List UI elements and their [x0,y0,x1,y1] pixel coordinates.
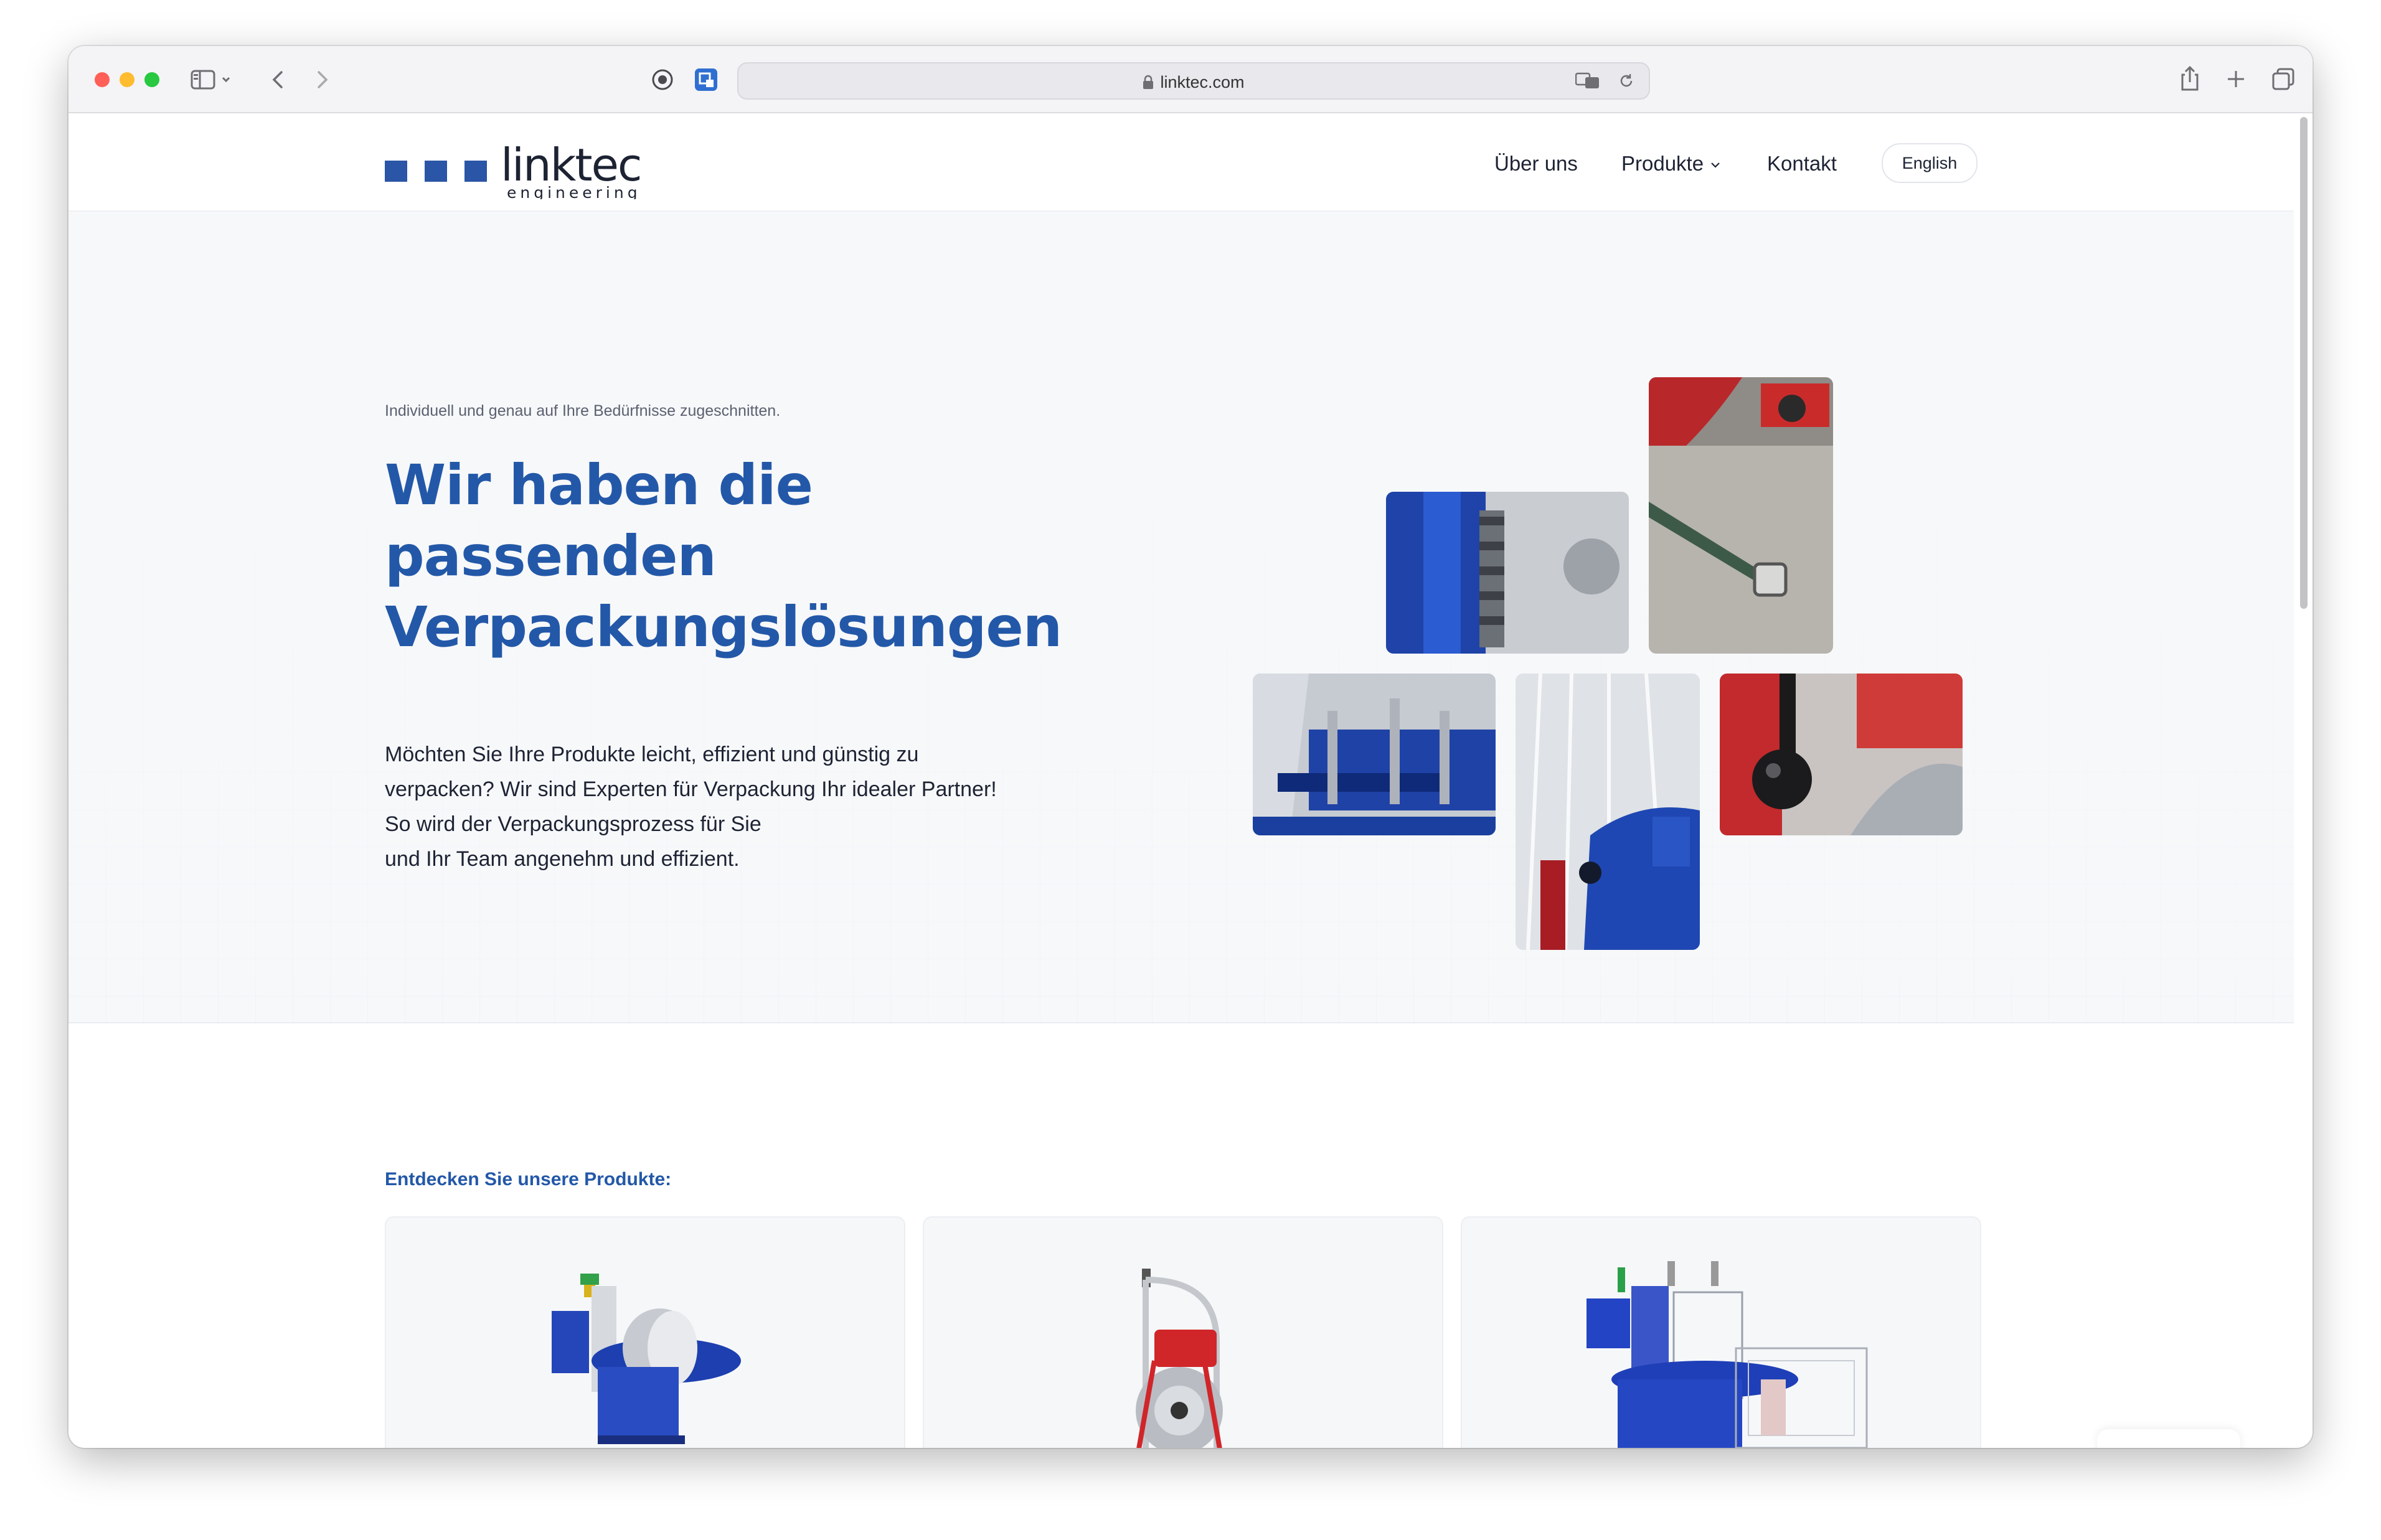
nav-kontakt[interactable]: Kontakt [1767,148,1837,179]
minimize-window-button[interactable] [120,72,134,87]
extension-icon[interactable] [694,67,719,92]
page-viewport: linktec engineering Über uns Produkte Ko… [68,113,2294,1448]
tab-overview-icon[interactable] [2271,67,2295,91]
lock-icon [1143,75,1154,89]
site-header: linktec engineering Über uns Produkte Ko… [68,113,2294,212]
hero-eyebrow: Individuell und genau auf Ihre Bedürfnis… [385,402,781,420]
nav-produkte-label: Produkte [1621,152,1704,175]
logo-tagline: engineering [507,184,641,199]
lead-line-3: So wird der Verpackungsprozess für Sie [385,812,761,836]
chat-widget-peek[interactable] [2097,1429,2240,1448]
lead-line-1: Möchten Sie Ihre Produkte leicht, effizi… [385,743,919,766]
hero-lead: Möchten Sie Ihre Produkte leicht, effizi… [385,737,1169,876]
share-icon[interactable] [2179,65,2200,92]
hero-photo-stretch-film [1516,674,1700,950]
hero-headline: Wir haben die passenden Verpackungslösun… [385,449,1070,662]
hero-photo-strap-seal [1649,377,1833,654]
scrollbar-thumb[interactable] [2300,117,2308,609]
browser-window: linktec.com linktec engineering Über uns… [68,46,2313,1448]
product-image-strapping-cart [1136,1269,1223,1448]
nav-produkte[interactable]: Produkte [1621,148,1722,179]
language-switch-button[interactable]: English [1882,143,1978,183]
plus-icon[interactable] [2225,68,2247,90]
browser-toolbar: linktec.com [68,46,2313,113]
linktec-logo[interactable]: linktec engineering [385,131,646,199]
product-card[interactable] [923,1216,1443,1448]
close-window-button[interactable] [95,72,110,87]
product-image-ring-wrapper [552,1274,741,1444]
chevron-left-icon[interactable] [269,68,288,91]
page-scrollbar[interactable] [2295,117,2311,1444]
shield-icon[interactable] [650,68,675,91]
chevron-down-icon [1711,162,1720,168]
headline-line-1: Wir haben die [385,453,813,517]
zoom-window-button[interactable] [144,72,159,87]
translate-icon[interactable] [1575,72,1600,90]
product-card[interactable] [1461,1216,1981,1448]
nav-ueber-uns[interactable]: Über uns [1494,148,1578,179]
hero-photo-chain [1386,492,1629,654]
address-bar[interactable]: linktec.com [737,62,1650,100]
lead-line-4: und Ihr Team angenehm und effizient. [385,847,740,871]
headline-line-3: Verpackungslösungen [385,594,1062,659]
hero-photo-film-machine [1253,674,1496,835]
reload-icon[interactable] [1618,72,1635,90]
sidebar-toggle-icon[interactable] [191,68,234,91]
lead-line-2: verpacken? Wir sind Experten für Verpack… [385,777,997,801]
url-text: linktec.com [1160,72,1245,92]
headline-line-2: passenden [385,524,717,588]
chevron-right-icon[interactable] [313,68,331,91]
product-image-packaging-line [1587,1261,1868,1448]
hero-photo-lever [1720,674,1963,835]
products-section-title: Entdecken Sie unsere Produkte: [385,1169,672,1190]
product-card[interactable] [385,1216,905,1448]
